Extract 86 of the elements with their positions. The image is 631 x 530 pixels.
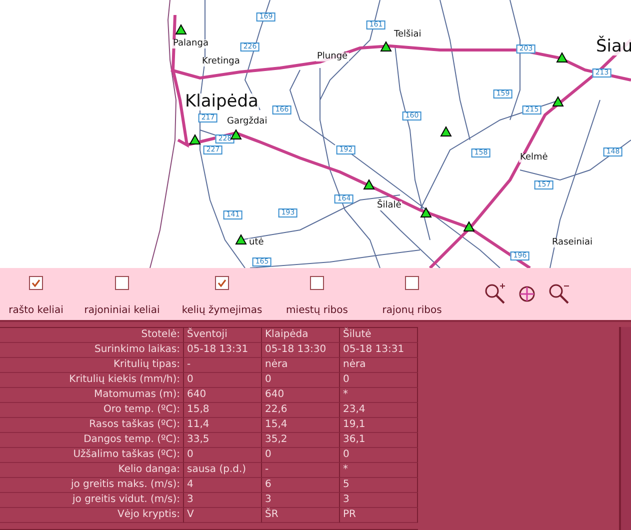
table-cell: V: [184, 508, 262, 523]
layer-label: rajoniniai keliai: [84, 305, 160, 316]
table-cell: 15,4: [262, 418, 340, 433]
row-label: jo greitis vidut. (m/s):: [0, 493, 184, 508]
table-cell: 640: [262, 388, 340, 403]
station-triangle-icon[interactable]: [235, 234, 247, 245]
table-cell: 05-18 13:31: [184, 343, 262, 358]
station-triangle-icon[interactable]: [175, 24, 187, 35]
station-triangle-icon[interactable]: [552, 96, 564, 107]
table-cell: 0: [340, 448, 418, 463]
city-label: Kelmė: [519, 154, 549, 162]
table-cell: 11,4: [184, 418, 262, 433]
table-cell: PR: [340, 508, 418, 523]
city-label: Palanga: [172, 40, 210, 48]
pan-icon[interactable]: [517, 284, 537, 304]
table-cell: *: [340, 463, 418, 478]
row-label: Dangos temp. (ºC):: [0, 433, 184, 448]
station-triangle-icon[interactable]: [556, 52, 568, 63]
row-label: Kritulių tipas:: [0, 358, 184, 373]
table-cell: 5: [340, 478, 418, 493]
table-cell: 0: [184, 373, 262, 388]
table-cell: 3: [184, 493, 262, 508]
layer-checkbox[interactable]: [29, 276, 43, 290]
station-name: Šilutė: [340, 328, 418, 343]
layer-label: rajonų ribos: [382, 305, 442, 316]
table-cell: 22,6: [262, 403, 340, 418]
city-label: Raseiniai: [551, 238, 594, 248]
table-cell: 15,8: [184, 403, 262, 418]
station-name: Šventoji: [184, 328, 262, 343]
table-cell: 19,1: [340, 418, 418, 433]
station-triangle-icon[interactable]: [420, 207, 432, 218]
table-cell: 0: [340, 373, 418, 388]
row-label: Kritulių kiekis (mm/h):: [0, 373, 184, 388]
row-label: Kelio danga:: [0, 463, 184, 478]
layer-checkbox[interactable]: [405, 276, 419, 290]
table-cell: 640: [184, 388, 262, 403]
zoom-out-icon[interactable]: [547, 282, 571, 306]
row-label: Oro temp. (ºC):: [0, 403, 184, 418]
city-label: utė: [248, 238, 265, 248]
station-triangle-icon[interactable]: [189, 134, 201, 145]
table-cell: 3: [262, 493, 340, 508]
row-label: Surinkimo laikas:: [0, 343, 184, 358]
table-cell: 3: [340, 493, 418, 508]
table-cell: 35,2: [262, 433, 340, 448]
station-triangle-icon[interactable]: [230, 129, 242, 140]
row-label: Rasos taškas (ºC):: [0, 418, 184, 433]
table-cell: ŠR: [262, 508, 340, 523]
city-label: Šilalė: [376, 202, 402, 210]
table-cell: 23,4: [340, 403, 418, 418]
zoom-in-icon[interactable]: [483, 282, 507, 306]
table-cell: -: [184, 358, 262, 373]
city-label: Kretinga: [201, 58, 241, 66]
table-cell: 36,1: [340, 433, 418, 448]
table-cell: nėra: [340, 358, 418, 373]
layer-checkbox[interactable]: [115, 276, 129, 290]
table-cell: 05-18 13:31: [340, 343, 418, 358]
station-triangle-icon[interactable]: [363, 179, 375, 190]
city-label: Plungė: [316, 52, 349, 62]
row-label: Užšalimo taškas (ºC):: [0, 448, 184, 463]
city-label: Telšiai: [393, 30, 422, 40]
station-triangle-icon[interactable]: [440, 126, 452, 137]
row-label: jo greitis maks. (m/s):: [0, 478, 184, 493]
table-cell: sausa (p.d.): [184, 463, 262, 478]
row-label: Stotelė:: [0, 328, 184, 343]
layer-checkbox[interactable]: [215, 276, 229, 290]
city-label: Gargždai: [226, 118, 268, 126]
layer-label: kelių žymejimas: [182, 305, 262, 316]
station-name: Klaipėda: [262, 328, 340, 343]
station-triangle-icon[interactable]: [463, 221, 475, 232]
table-cell: 6: [262, 478, 340, 493]
city-label: Klaipėda: [184, 94, 260, 110]
table-cell: 0: [262, 373, 340, 388]
row-label: Matomumas (m):: [0, 388, 184, 403]
row-label: Vėjo kryptis:: [0, 508, 184, 523]
layer-label: miestų ribos: [286, 305, 348, 316]
table-cell: 0: [262, 448, 340, 463]
table-cell: 33,5: [184, 433, 262, 448]
table-cell: *: [340, 388, 418, 403]
table-cell: 0: [184, 448, 262, 463]
table-cell: 4: [184, 478, 262, 493]
table-cell: -: [262, 463, 340, 478]
table-cell: 05-18 13:30: [262, 343, 340, 358]
layer-label: rašto keliai: [8, 305, 64, 316]
table-cell: nėra: [262, 358, 340, 373]
layer-checkbox[interactable]: [310, 276, 324, 290]
station-triangle-icon[interactable]: [380, 41, 392, 52]
